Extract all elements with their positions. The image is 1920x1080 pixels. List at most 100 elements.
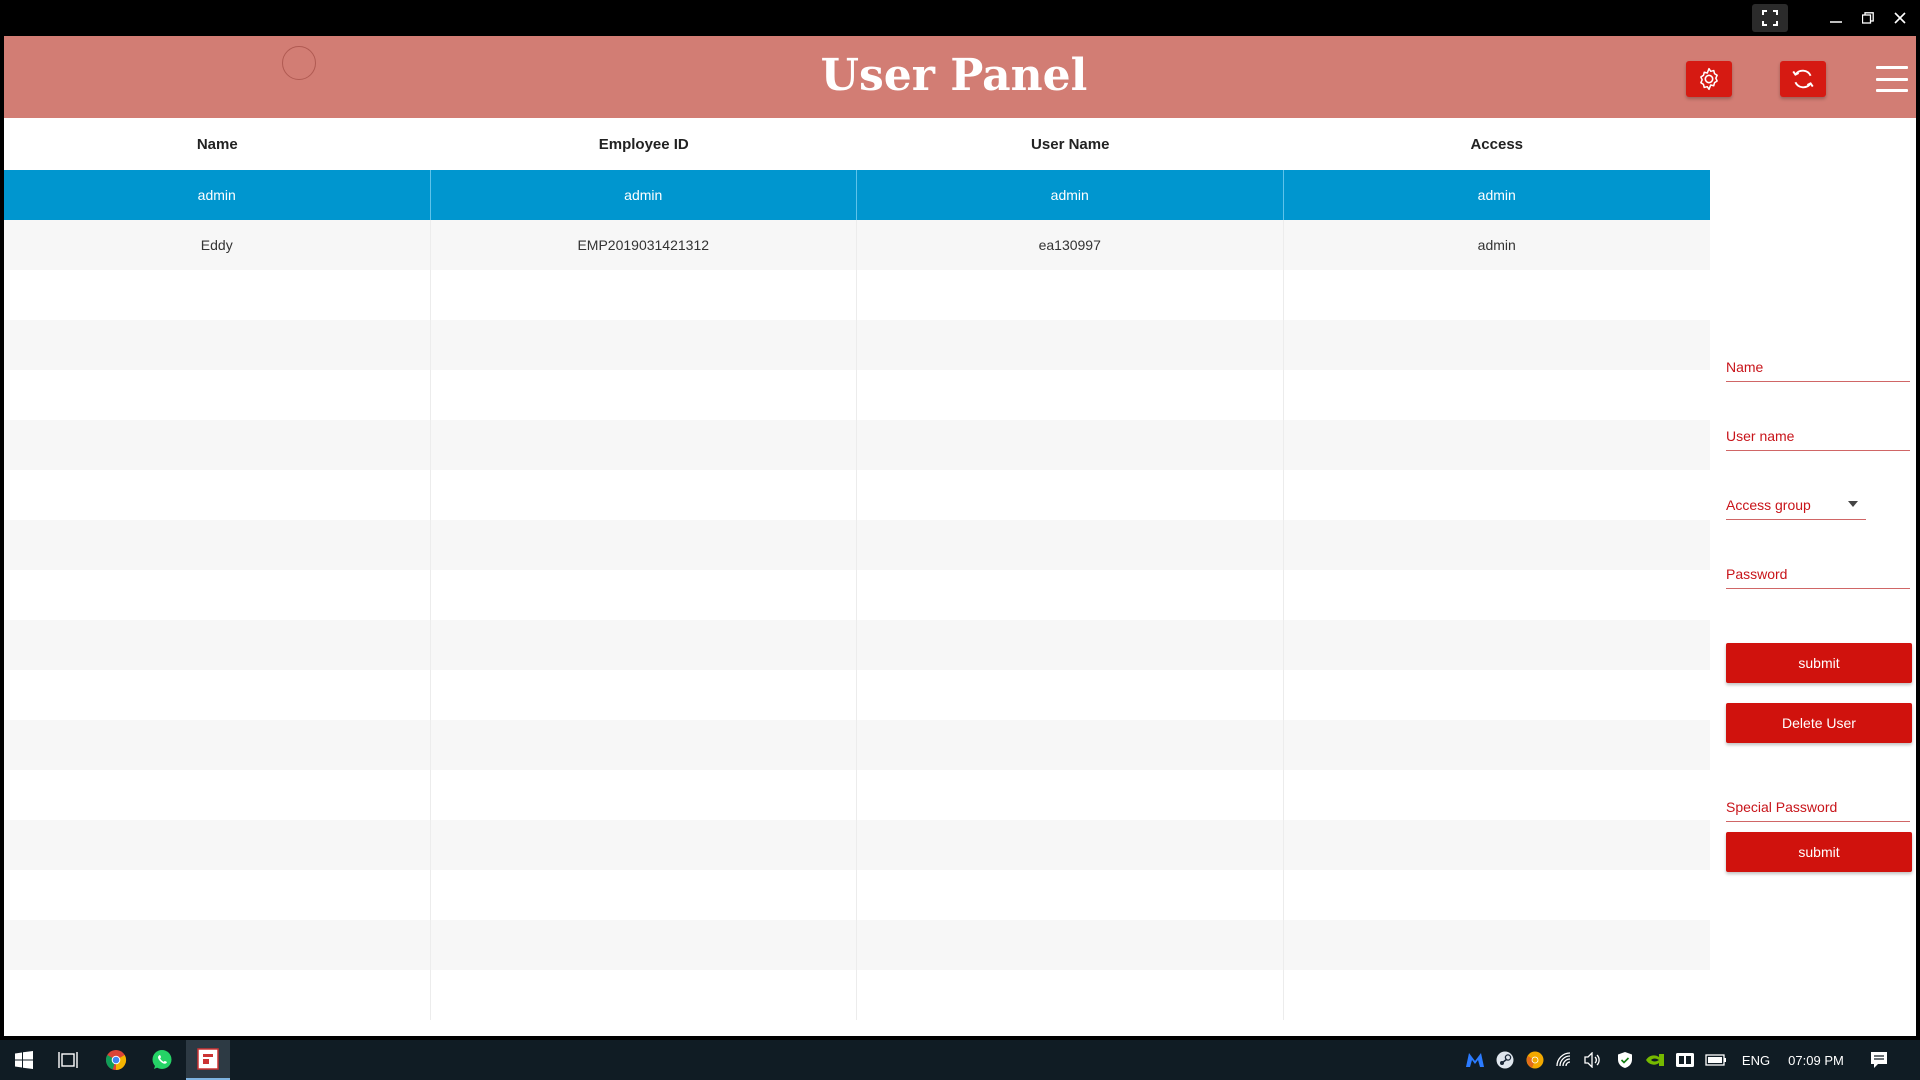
table-row[interactable]: Eddy EMP2019031421312 ea130997 admin — [4, 220, 1710, 270]
empty-cell — [4, 820, 431, 870]
refresh-button[interactable] — [1780, 61, 1826, 97]
empty-cell — [431, 770, 857, 820]
battery-icon — [1705, 1054, 1726, 1066]
action-center-button[interactable] — [1866, 1050, 1892, 1070]
column-header-name[interactable]: Name — [4, 136, 431, 153]
delete-user-button[interactable]: Delete User — [1726, 703, 1912, 743]
empty-table-row — [4, 470, 1710, 520]
users-table[interactable]: Name Employee ID User Name Access admin … — [4, 118, 1710, 1036]
empty-cell — [857, 620, 1284, 670]
start-button[interactable] — [4, 1040, 44, 1080]
empty-cell — [857, 920, 1284, 970]
whatsapp-taskbar-button[interactable] — [142, 1040, 182, 1080]
gear-icon — [1700, 67, 1718, 91]
restore-button[interactable] — [1850, 2, 1886, 34]
empty-cell — [1284, 970, 1711, 1020]
special-password-label: Special Password — [1726, 799, 1838, 815]
language-indicator[interactable]: ENG — [1738, 1050, 1774, 1070]
table-body: admin admin admin admin Eddy EMP20190314… — [4, 170, 1710, 1020]
fullscreen-button[interactable] — [1752, 4, 1788, 32]
reader-tray-icon[interactable] — [1674, 1050, 1696, 1070]
app-taskbar-button-active[interactable] — [186, 1040, 230, 1080]
empty-cell — [1284, 770, 1711, 820]
column-header-user-name[interactable]: User Name — [857, 136, 1284, 153]
empty-cell — [857, 770, 1284, 820]
password-field[interactable]: Password — [1726, 566, 1910, 589]
empty-table-row — [4, 920, 1710, 970]
malwarebytes-icon — [1466, 1053, 1484, 1067]
empty-cell — [857, 370, 1284, 420]
empty-cell — [4, 920, 431, 970]
empty-table-row — [4, 370, 1710, 420]
cell-employee-id: admin — [431, 170, 857, 220]
submit-button[interactable]: submit — [1726, 643, 1912, 683]
name-field-label: Name — [1726, 359, 1764, 375]
restore-icon — [1862, 12, 1874, 24]
steam-tray-icon[interactable] — [1494, 1050, 1516, 1070]
empty-cell — [4, 870, 431, 920]
empty-cell — [431, 520, 857, 570]
table-row-selected[interactable]: admin admin admin admin — [4, 170, 1710, 220]
volume-tray-icon[interactable] — [1582, 1050, 1604, 1070]
security-tray-icon[interactable] — [1614, 1050, 1636, 1070]
empty-cell — [1284, 870, 1711, 920]
minimize-icon — [1830, 21, 1842, 23]
empty-cell — [4, 470, 431, 520]
task-view-icon — [58, 1052, 78, 1068]
empty-table-row — [4, 520, 1710, 570]
empty-cell — [857, 820, 1284, 870]
column-header-employee-id[interactable]: Employee ID — [431, 136, 858, 153]
refresh-icon — [1792, 69, 1814, 89]
access-group-select[interactable]: Access group — [1726, 497, 1866, 520]
column-header-access[interactable]: Access — [1284, 136, 1711, 153]
empty-table-row — [4, 270, 1710, 320]
shield-icon — [1618, 1052, 1632, 1068]
chrome-icon — [105, 1050, 127, 1071]
cell-employee-id: EMP2019031421312 — [431, 220, 857, 270]
close-button[interactable] — [1882, 2, 1918, 34]
settings-button[interactable] — [1686, 61, 1732, 97]
task-view-button[interactable] — [48, 1040, 88, 1080]
battery-tray-icon[interactable] — [1704, 1050, 1728, 1070]
empty-cell — [857, 670, 1284, 720]
app-icon — [197, 1048, 219, 1070]
empty-cell — [1284, 920, 1711, 970]
empty-cell — [4, 620, 431, 670]
password-field-label: Password — [1726, 566, 1788, 582]
chrome-canary-tray-icon[interactable] — [1524, 1050, 1546, 1070]
clock[interactable]: 07:09 PM — [1782, 1050, 1850, 1070]
special-submit-button[interactable]: submit — [1726, 832, 1912, 872]
malwarebytes-tray-icon[interactable] — [1464, 1050, 1486, 1070]
empty-table-row — [4, 420, 1710, 470]
empty-cell — [431, 320, 857, 370]
window-title-bar — [0, 0, 1920, 36]
chrome-taskbar-button[interactable] — [96, 1040, 136, 1080]
username-field[interactable]: User name — [1726, 428, 1910, 451]
name-field[interactable]: Name — [1726, 359, 1910, 382]
cell-access: admin — [1477, 237, 1516, 253]
empty-cell — [857, 320, 1284, 370]
page-title: User Panel — [820, 50, 1088, 101]
minimize-button[interactable] — [1818, 2, 1854, 34]
empty-table-row — [4, 320, 1710, 370]
empty-cell — [857, 870, 1284, 920]
chevron-down-icon — [1848, 501, 1858, 507]
empty-cell — [431, 920, 857, 970]
empty-cell — [4, 320, 431, 370]
empty-cell — [857, 720, 1284, 770]
empty-cell — [857, 420, 1284, 470]
username-field-label: User name — [1726, 428, 1795, 444]
special-password-field[interactable]: Special Password — [1726, 799, 1910, 822]
hamburger-menu-button[interactable] — [1876, 66, 1908, 92]
cell-name: Eddy — [4, 220, 431, 270]
taskbar: ENG 07:09 PM — [0, 1040, 1920, 1080]
header-bar: User Panel — [4, 36, 1916, 118]
network-tray-icon[interactable] — [1554, 1050, 1576, 1070]
empty-cell — [1284, 820, 1711, 870]
cell-user-name: ea130997 — [857, 220, 1284, 270]
empty-cell — [4, 420, 431, 470]
nvidia-tray-icon[interactable] — [1644, 1050, 1666, 1070]
empty-cell — [4, 720, 431, 770]
empty-cell — [4, 770, 431, 820]
empty-cell — [4, 270, 431, 320]
